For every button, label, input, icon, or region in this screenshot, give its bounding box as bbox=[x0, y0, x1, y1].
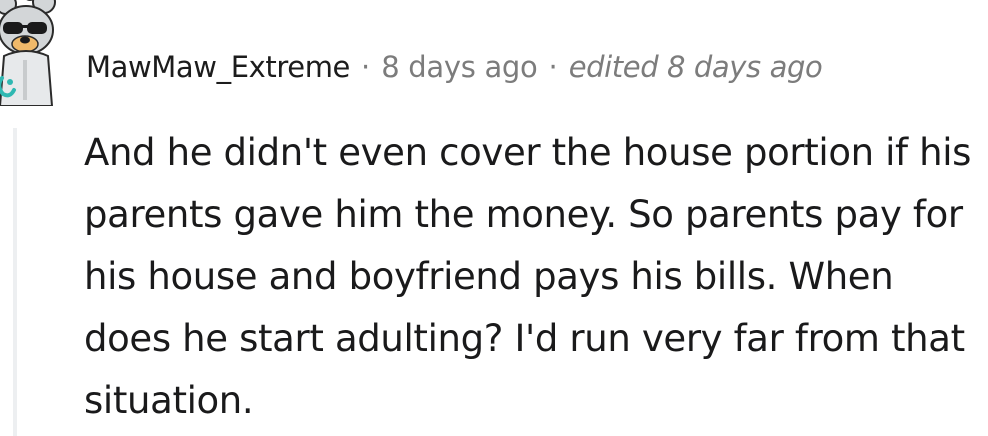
edited-timestamp: edited 8 days ago bbox=[568, 50, 823, 84]
comment-meta: MawMaw_Extreme · 8 days ago · edited 8 d… bbox=[86, 48, 823, 86]
comment-body: And he didn't even cover the house porti… bbox=[84, 131, 972, 422]
meta-separator: · bbox=[548, 50, 558, 84]
thread-collapse-line[interactable] bbox=[13, 128, 17, 436]
meta-separator: · bbox=[361, 50, 371, 84]
author-username[interactable]: MawMaw_Extreme bbox=[86, 48, 350, 86]
comment: MawMaw_Extreme · 8 days ago · edited 8 d… bbox=[0, 0, 988, 436]
comment-timestamp[interactable]: 8 days ago bbox=[381, 48, 538, 86]
user-avatar-icon[interactable] bbox=[0, 0, 64, 107]
